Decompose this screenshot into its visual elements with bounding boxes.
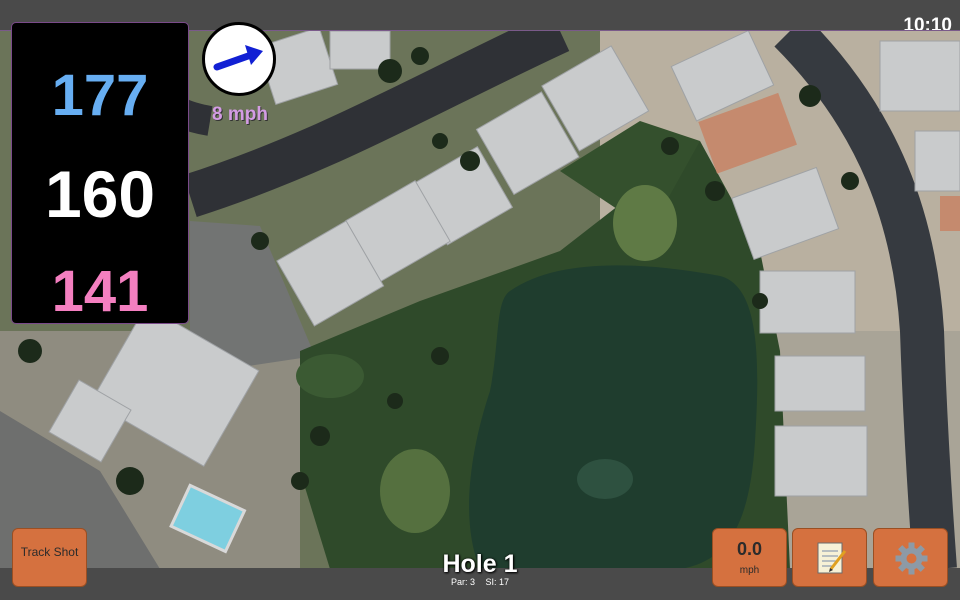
speed-value: 0.0 — [736, 539, 763, 559]
notepad-icon — [817, 542, 847, 574]
speed-unit: mph — [739, 565, 760, 576]
track-shot-button[interactable]: Track Shot — [12, 528, 87, 587]
hole-details: Par: 3 SI: 17 — [380, 577, 580, 587]
hole-stroke-index: SI: 17 — [485, 577, 510, 587]
arrow-right-icon — [213, 45, 263, 71]
track-shot-label: Track Shot — [20, 545, 79, 559]
settings-button[interactable] — [873, 528, 948, 587]
hole-par: Par: 3 — [450, 577, 475, 587]
hole-title: Hole 1 — [442, 550, 518, 578]
middle-distance: 160 — [44, 157, 156, 231]
distance-panel: 177 160 141 — [11, 22, 189, 324]
wind-speed: 8 mph — [212, 104, 268, 125]
speed-button[interactable]: 0.0 mph — [712, 528, 787, 587]
wind-indicator — [202, 22, 276, 96]
gear-icon — [895, 542, 928, 575]
front-distance: 141 — [51, 259, 149, 324]
back-distance: 177 — [51, 63, 149, 128]
notes-button[interactable] — [792, 528, 867, 587]
